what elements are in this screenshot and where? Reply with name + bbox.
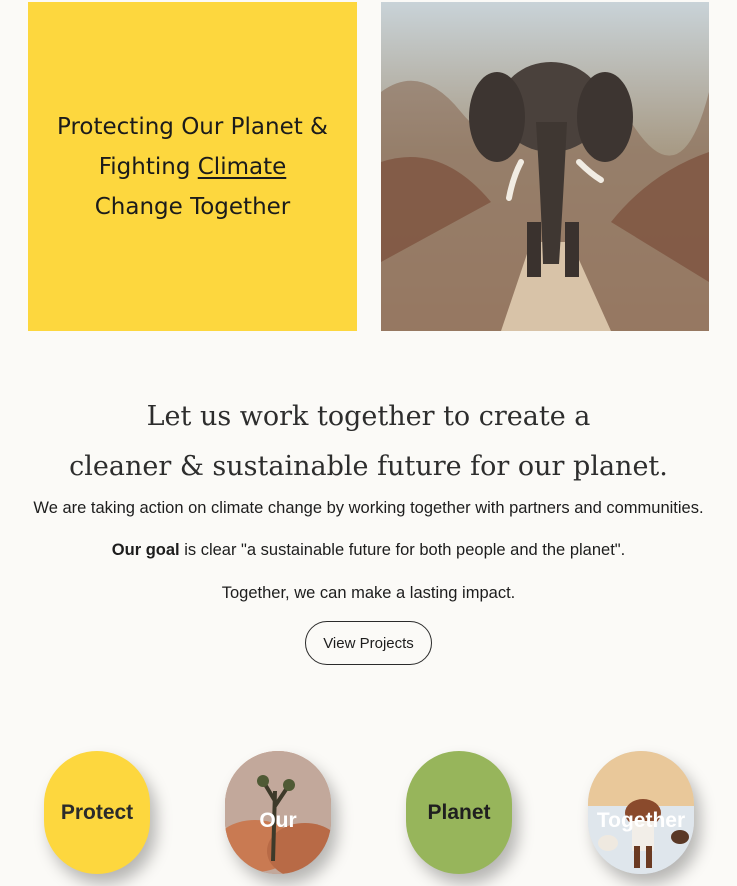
headline-line-2: cleaner & sustainable future for our pla… [69, 451, 668, 482]
pill-planet[interactable]: Planet [406, 751, 512, 874]
intro-paragraph: We are taking action on climate change b… [33, 499, 704, 517]
pill-protect[interactable]: Protect [44, 751, 150, 874]
impact-paragraph: Together, we can make a lasting impact. [221, 584, 516, 602]
pill-our[interactable]: Our [225, 751, 331, 874]
hero-line-3: Change Together [94, 193, 291, 220]
elephant-illustration [381, 2, 709, 331]
view-projects-button[interactable]: View Projects [305, 621, 432, 665]
pill-our-label: Our [259, 808, 297, 832]
pill-protect-label: Protect [60, 800, 134, 824]
hero-line-2-prefix: Fighting [98, 153, 198, 180]
headline: Let us work together to create a cleaner… [0, 392, 737, 492]
pill-together-label: Together [596, 808, 686, 832]
climate-link[interactable]: Climate [198, 154, 287, 180]
goal-label: Our goal [111, 541, 180, 559]
hero-line-1: Protecting Our Planet & [57, 113, 328, 140]
hero-line-2: Fighting Climate [43, 147, 343, 187]
elephant-photo [381, 2, 709, 331]
hero-title: Protecting Our Planet & Fighting Climate… [43, 107, 343, 227]
pill-together[interactable]: Together [588, 751, 694, 874]
goal-paragraph: Our goal is clear "a sustainable future … [0, 541, 737, 560]
pill-planet-label: Planet [427, 800, 491, 824]
headline-line-1: Let us work together to create a [146, 401, 591, 432]
goal-text: is clear "a sustainable future for both … [179, 541, 626, 559]
hero-card: Protecting Our Planet & Fighting Climate… [28, 2, 357, 331]
